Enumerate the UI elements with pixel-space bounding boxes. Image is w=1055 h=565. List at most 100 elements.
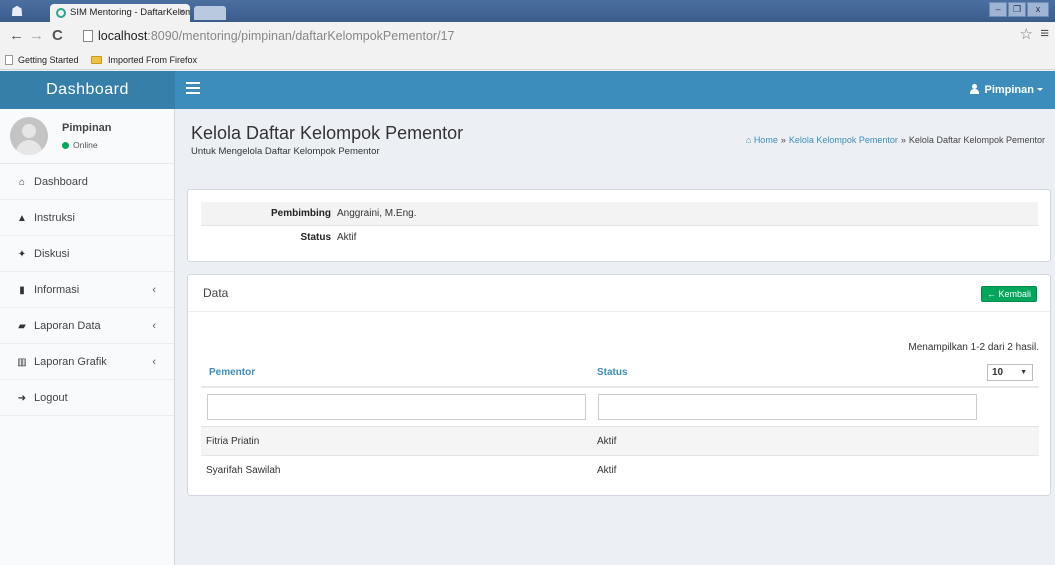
sidebar-item-dashboard[interactable]: ⌂ Dashboard <box>0 164 174 200</box>
back-button-label: Kembali <box>998 289 1031 299</box>
back-button[interactable]: ← Kembali <box>980 286 1037 302</box>
bookmark-star-icon[interactable]: ☆ <box>1020 25 1033 43</box>
sidebar-item-informasi[interactable]: ▮ Informasi ‹ <box>0 272 174 308</box>
reload-icon[interactable]: C <box>52 27 63 45</box>
user-icon <box>970 84 980 94</box>
sidebar-item-laporan-data[interactable]: ▰ Laporan Data ‹ <box>0 308 174 344</box>
page-icon <box>83 30 93 42</box>
sidebar-item-label: Laporan Data <box>34 320 101 332</box>
content-header: Kelola Daftar Kelompok Pementor Untuk Me… <box>176 109 1055 169</box>
sidebar-toggle-icon[interactable] <box>186 82 200 96</box>
sidebar-user-name: Pimpinan <box>62 122 112 134</box>
window-controls: – ❐ x <box>988 2 1049 18</box>
column-header-status[interactable]: Status <box>597 367 628 378</box>
status-filter-input[interactable] <box>598 394 977 420</box>
sign-out-icon: ➜ <box>17 393 27 404</box>
chevron-left-icon: ‹ <box>152 320 156 332</box>
file-icon: ▮ <box>19 285 25 296</box>
info-table: Pembimbing Anggraini, M.Eng. Status Akti… <box>201 202 1038 250</box>
cell-pementor: Syarifah Sawilah <box>206 465 281 476</box>
browser-tab-active[interactable]: SIM Mentoring - DaftarKelom × <box>50 4 190 22</box>
book-icon: ▰ <box>18 321 26 332</box>
home-icon: ⌂ <box>18 177 26 188</box>
sidebar-item-label: Diskusi <box>34 248 70 260</box>
breadcrumb-current: Kelola Daftar Kelompok Pementor <box>908 135 1045 145</box>
user-menu[interactable]: Pimpinan <box>970 71 1043 109</box>
sidebar-item-label: Dashboard <box>34 176 88 188</box>
home-icon: ⌂ <box>745 135 754 145</box>
url-input[interactable]: localhost:8090/mentoring/pimpinan/daftar… <box>80 26 1010 46</box>
address-bar: ← → C localhost:8090/mentoring/pimpinan/… <box>0 22 1055 50</box>
breadcrumb-home-label: Home <box>753 135 778 145</box>
back-arrow-icon[interactable]: ← <box>9 27 24 45</box>
bookmarks-bar: Getting Started Imported From Firefox <box>0 50 1055 70</box>
browser-menu-icon[interactable]: ≡ <box>1040 25 1049 42</box>
page-subtitle: Untuk Mengelola Daftar Kelompok Pementor <box>191 146 380 157</box>
user-menu-label: Pimpinan <box>984 84 1034 96</box>
breadcrumb-separator: » <box>900 135 906 145</box>
cell-status: Aktif <box>597 465 617 476</box>
bookmark-label: Getting Started <box>18 55 79 65</box>
bookmark-getting-started[interactable]: Getting Started <box>4 50 79 70</box>
maximize-icon[interactable]: ❐ <box>1008 2 1026 17</box>
new-tab-button[interactable] <box>194 6 226 20</box>
page-title: Kelola Daftar Kelompok Pementor <box>191 123 464 143</box>
pembimbing-label: Pembimbing <box>270 208 331 219</box>
arrow-left-icon: ← <box>986 289 999 299</box>
info-row-status: Status Aktif <box>201 226 1038 250</box>
folder-icon <box>91 56 102 64</box>
browser-titlebar: ☗ SIM Mentoring - DaftarKelom × – ❐ x <box>0 0 1055 22</box>
sidebar: Pimpinan Online ⌂ Dashboard ▲ Instruksi ✦ D… <box>0 109 175 565</box>
url-host: localhost <box>98 29 148 43</box>
breadcrumb-level1[interactable]: Kelola Kelompok Pementor <box>789 135 898 145</box>
window-close-icon[interactable]: x <box>1027 2 1049 17</box>
avatar <box>10 117 48 155</box>
sidebar-menu: ⌂ Dashboard ▲ Instruksi ✦ Diskusi ▮ Informas… <box>0 163 174 416</box>
chevron-left-icon: ‹ <box>152 284 156 296</box>
sidebar-user-status: Online <box>62 140 98 150</box>
minimize-icon[interactable]: – <box>989 2 1007 17</box>
users-icon: ✦ <box>17 249 27 260</box>
sidebar-item-label: Logout <box>34 392 68 404</box>
status-label: Online <box>73 140 98 150</box>
cell-status: Aktif <box>597 436 617 447</box>
url-path: :8090/mentoring/pimpinan/daftarKelompokP… <box>147 29 455 43</box>
forward-arrow-icon[interactable]: → <box>29 27 44 45</box>
data-box-title: Data <box>203 286 229 300</box>
table-row: Fitria Priatin Aktif <box>201 426 1039 455</box>
sidebar-item-label: Instruksi <box>34 212 75 224</box>
caret-down-icon: ▼ <box>1020 369 1027 376</box>
chevron-left-icon: ‹ <box>152 356 156 368</box>
sidebar-item-laporan-grafik[interactable]: ▥ Laporan Grafik ‹ <box>0 344 174 380</box>
bookmark-imported-from-firefox[interactable]: Imported From Firefox <box>91 50 197 70</box>
table-row: Syarifah Sawilah Aktif <box>201 455 1039 484</box>
tab-title: SIM Mentoring - DaftarKelom <box>70 7 190 18</box>
results-summary: Menampilkan 1-2 dari 2 hasil. <box>908 342 1039 353</box>
browser-incognito-icon: ☗ <box>10 3 24 19</box>
page-size-value: 10 <box>992 367 1004 378</box>
sidebar-item-logout[interactable]: ➜ Logout <box>0 380 174 416</box>
sidebar-item-label: Laporan Grafik <box>34 356 107 368</box>
online-status-icon <box>62 142 69 149</box>
sidebar-item-label: Informasi <box>34 284 80 296</box>
bar-chart-icon: ▥ <box>17 357 27 368</box>
app-logo[interactable]: Dashboard <box>0 71 175 109</box>
breadcrumb-separator: » <box>780 135 786 145</box>
breadcrumb-home[interactable]: ⌂ Home <box>746 135 778 145</box>
column-header-pementor[interactable]: Pementor <box>209 367 255 378</box>
pementor-filter-input[interactable] <box>207 394 586 420</box>
sidebar-item-instruksi[interactable]: ▲ Instruksi <box>0 200 174 236</box>
sidebar-item-diskusi[interactable]: ✦ Diskusi <box>0 236 174 272</box>
data-box-header: Data ← Kembali <box>188 275 1050 312</box>
page-icon <box>5 55 13 65</box>
tab-close-icon[interactable]: × <box>179 4 185 22</box>
caret-down-icon <box>1037 88 1043 91</box>
breadcrumb: ⌂ Home» Kelola Kelompok Pementor» Kelola D… <box>746 135 1045 145</box>
app-header: Dashboard Pimpinan <box>0 71 1055 109</box>
warning-icon: ▲ <box>17 213 27 224</box>
data-box: Data ← Kembali Menampilkan 1-2 dari 2 ha… <box>187 274 1051 496</box>
page-size-select[interactable]: 10 ▼ <box>987 364 1033 381</box>
pembimbing-value: Anggraini, M.Eng. <box>337 208 417 219</box>
cell-pementor: Fitria Priatin <box>206 436 260 447</box>
user-panel: Pimpinan Online <box>0 109 174 163</box>
